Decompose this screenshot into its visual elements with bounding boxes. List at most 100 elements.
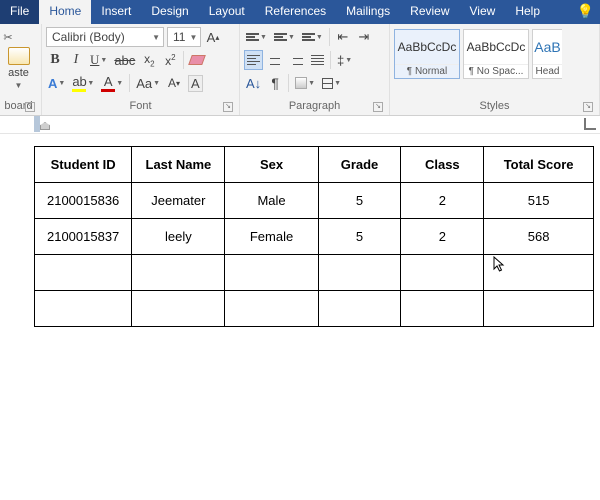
table-cell[interactable]	[484, 255, 594, 291]
shading-button[interactable]: ▼	[293, 73, 317, 93]
justify-button[interactable]	[308, 50, 326, 70]
table-row[interactable]	[35, 255, 594, 291]
strikethrough-button[interactable]: abc	[112, 50, 137, 70]
style-normal[interactable]: AaBbCcDc ¶ Normal	[394, 29, 460, 79]
tab-mailings[interactable]: Mailings	[336, 0, 400, 24]
text-effects-button[interactable]: A▼	[46, 73, 67, 93]
tab-view[interactable]: View	[460, 0, 506, 24]
clipboard-icon	[8, 47, 30, 65]
table-cell[interactable]: 568	[484, 219, 594, 255]
indent-marker-icon[interactable]	[40, 122, 50, 130]
table-cell[interactable]	[318, 291, 401, 327]
decrease-indent-button[interactable]: ⇤	[334, 27, 352, 47]
table-cell[interactable]: Jeemater	[132, 183, 225, 219]
tab-file[interactable]: File	[0, 0, 39, 24]
table-header[interactable]: Class	[401, 147, 484, 183]
tab-design[interactable]: Design	[141, 0, 198, 24]
character-shading-button[interactable]: A	[186, 73, 205, 93]
underline-button[interactable]: U▼	[88, 50, 109, 70]
table-cell[interactable]	[225, 291, 318, 327]
table-row[interactable]	[35, 291, 594, 327]
table-cell[interactable]: 5	[318, 183, 401, 219]
table-header-row[interactable]: Student ID Last Name Sex Grade Class Tot…	[35, 147, 594, 183]
table-header[interactable]: Sex	[225, 147, 318, 183]
tab-review[interactable]: Review	[400, 0, 459, 24]
style-no-spacing[interactable]: AaBbCcDc ¶ No Spac...	[463, 29, 529, 79]
table-cell[interactable]	[132, 291, 225, 327]
table-cell[interactable]: 2	[401, 183, 484, 219]
dialog-launcher-icon[interactable]: ↘	[25, 102, 35, 112]
table-cell[interactable]: 5	[318, 219, 401, 255]
tell-me-icon[interactable]: 💡	[571, 0, 600, 24]
table-cell[interactable]: Female	[225, 219, 318, 255]
horizontal-ruler[interactable]	[0, 116, 600, 134]
align-right-button[interactable]	[287, 50, 305, 70]
table-cell[interactable]: 2100015836	[35, 183, 132, 219]
table-header[interactable]: Grade	[318, 147, 401, 183]
dialog-launcher-icon[interactable]: ↘	[373, 102, 383, 112]
ribbon: ✂ aste ▼ board ↘ Calibri (Body)▼ 11▼ A▴	[0, 24, 600, 116]
shrink-font-button[interactable]: A▾	[165, 73, 183, 93]
group-label-font: Font ↘	[46, 98, 235, 115]
table-cell[interactable]: leely	[132, 219, 225, 255]
font-name-combo[interactable]: Calibri (Body)▼	[46, 27, 164, 47]
table-cell[interactable]	[401, 255, 484, 291]
table-row[interactable]: 2100015837 leely Female 5 2 568	[35, 219, 594, 255]
change-case-button[interactable]: Aa▼	[134, 73, 162, 93]
align-center-button[interactable]	[266, 50, 284, 70]
table-cell[interactable]	[484, 291, 594, 327]
numbering-button[interactable]: ▼	[272, 27, 297, 47]
highlight-button[interactable]: ab▼	[70, 73, 96, 93]
font-color-button[interactable]: A▼	[99, 73, 125, 93]
paste-button[interactable]: aste ▼	[0, 45, 37, 90]
tab-layout[interactable]: Layout	[199, 0, 255, 24]
font-size-combo[interactable]: 11▼	[167, 27, 201, 47]
paint-bucket-icon	[295, 77, 307, 89]
grow-font-button[interactable]: A▴	[204, 27, 222, 47]
subscript-button[interactable]: x2	[140, 50, 158, 70]
sort-button[interactable]: A↓	[244, 73, 263, 93]
align-left-button[interactable]	[244, 50, 263, 70]
italic-button[interactable]: I	[67, 50, 85, 70]
paste-label: aste	[8, 67, 29, 79]
table-cell[interactable]	[225, 255, 318, 291]
table-header[interactable]: Total Score	[484, 147, 594, 183]
tab-insert[interactable]: Insert	[91, 0, 141, 24]
document-area[interactable]: Student ID Last Name Sex Grade Class Tot…	[0, 134, 600, 327]
dialog-launcher-icon[interactable]: ↘	[583, 102, 593, 112]
table-cell[interactable]	[318, 255, 401, 291]
increase-indent-button[interactable]: ⇥	[355, 27, 373, 47]
table-cell[interactable]: 2100015837	[35, 219, 132, 255]
multilevel-list-button[interactable]: ▼	[300, 27, 325, 47]
table-header[interactable]: Last Name	[132, 147, 225, 183]
tab-stop-icon[interactable]	[584, 118, 596, 130]
tab-help[interactable]: Help	[505, 0, 550, 24]
style-heading1[interactable]: AaB Head	[532, 29, 562, 79]
tab-home[interactable]: Home	[39, 0, 91, 24]
line-spacing-button[interactable]: ‡▼	[335, 50, 354, 70]
bullets-button[interactable]: ▼	[244, 27, 269, 47]
table-cell[interactable]: 2	[401, 219, 484, 255]
table-cell[interactable]: 515	[484, 183, 594, 219]
table-cell[interactable]: Male	[225, 183, 318, 219]
borders-button[interactable]: ▼	[320, 73, 343, 93]
group-label-styles: Styles ↘	[394, 98, 595, 115]
bold-button[interactable]: B	[46, 50, 64, 70]
table-cell[interactable]	[132, 255, 225, 291]
cut-icon[interactable]: ✂	[0, 29, 16, 45]
eraser-icon	[188, 55, 206, 65]
table-row[interactable]: 2100015836 Jeemater Male 5 2 515	[35, 183, 594, 219]
table-cell[interactable]	[35, 291, 132, 327]
chevron-down-icon: ▼	[15, 81, 23, 90]
chevron-down-icon: ▼	[148, 33, 160, 42]
table-cell[interactable]	[35, 255, 132, 291]
tab-references[interactable]: References	[255, 0, 336, 24]
group-font: Calibri (Body)▼ 11▼ A▴ B I U▼ abc x2 x2 …	[42, 24, 240, 115]
superscript-button[interactable]: x2	[161, 50, 179, 70]
clear-formatting-button[interactable]	[188, 50, 206, 70]
show-paragraph-marks-button[interactable]: ¶	[266, 73, 284, 93]
dialog-launcher-icon[interactable]: ↘	[223, 102, 233, 112]
table-header[interactable]: Student ID	[35, 147, 132, 183]
table-cell[interactable]	[401, 291, 484, 327]
student-table[interactable]: Student ID Last Name Sex Grade Class Tot…	[34, 146, 594, 327]
